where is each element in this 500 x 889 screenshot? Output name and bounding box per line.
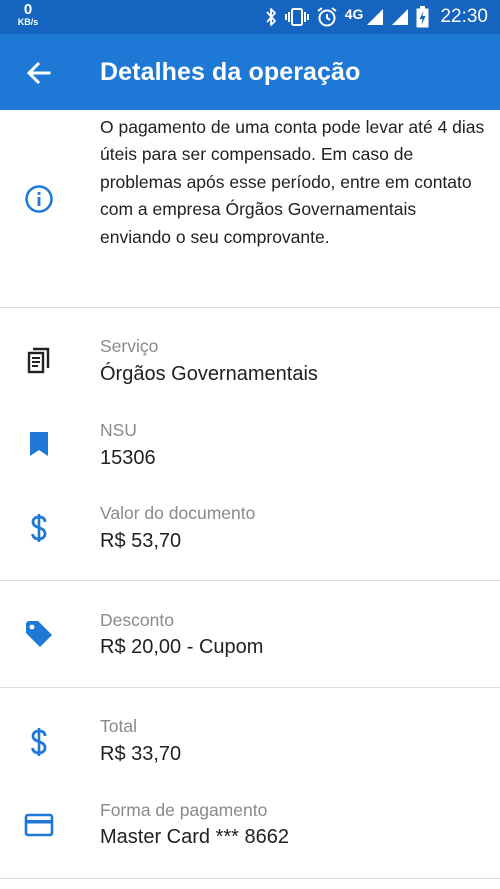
status-bar: 0 KB/s 4G 22:30 <box>0 0 500 34</box>
receipt-icon <box>22 344 56 378</box>
forma-pagamento-label: Forma de pagamento <box>100 800 268 820</box>
total-label: Total <box>100 716 137 736</box>
divider <box>0 580 500 581</box>
desconto-value: R$ 20,00 - Cupom <box>100 636 264 658</box>
vibrate-icon <box>284 7 309 27</box>
forma-pagamento-value: Master Card *** 8662 <box>100 826 289 848</box>
tag-icon <box>22 617 56 651</box>
total-value: R$ 33,70 <box>100 743 182 765</box>
nsu-value: 15306 <box>100 447 156 469</box>
dollar-icon <box>22 511 56 545</box>
alarm-icon <box>316 6 338 28</box>
divider <box>0 307 500 308</box>
nsu-label: NSU <box>100 420 137 440</box>
info-notice-text: O pagamento de uma conta pode levar até … <box>100 117 485 247</box>
desconto-label: Desconto <box>100 610 174 630</box>
servico-label: Serviço <box>100 336 159 356</box>
back-arrow-icon[interactable] <box>22 56 56 90</box>
network-speed-value: 0 <box>23 1 33 18</box>
valor-documento-value: R$ 53,70 <box>100 530 182 552</box>
info-icon <box>22 182 56 216</box>
dollar-icon <box>22 725 56 759</box>
network-type: 4G <box>344 6 364 22</box>
valor-documento-label: Valor do documento <box>100 503 256 523</box>
servico-value: Órgãos Governamentais <box>100 363 318 385</box>
network-speed: 0 KB/s <box>13 2 43 27</box>
bluetooth-icon <box>264 7 278 27</box>
signal-icon <box>366 8 384 26</box>
divider <box>0 687 500 688</box>
battery-charging-icon <box>416 6 429 28</box>
network-speed-unit: KB/s <box>17 17 39 27</box>
credit-card-icon <box>22 808 56 842</box>
page-title: Detalhes da operação <box>100 58 361 86</box>
app-bar: Detalhes da operação <box>0 34 500 110</box>
signal-icon-2 <box>391 8 409 26</box>
divider <box>0 878 500 879</box>
bookmark-icon <box>22 427 56 461</box>
clock: 22:30 <box>440 6 488 27</box>
